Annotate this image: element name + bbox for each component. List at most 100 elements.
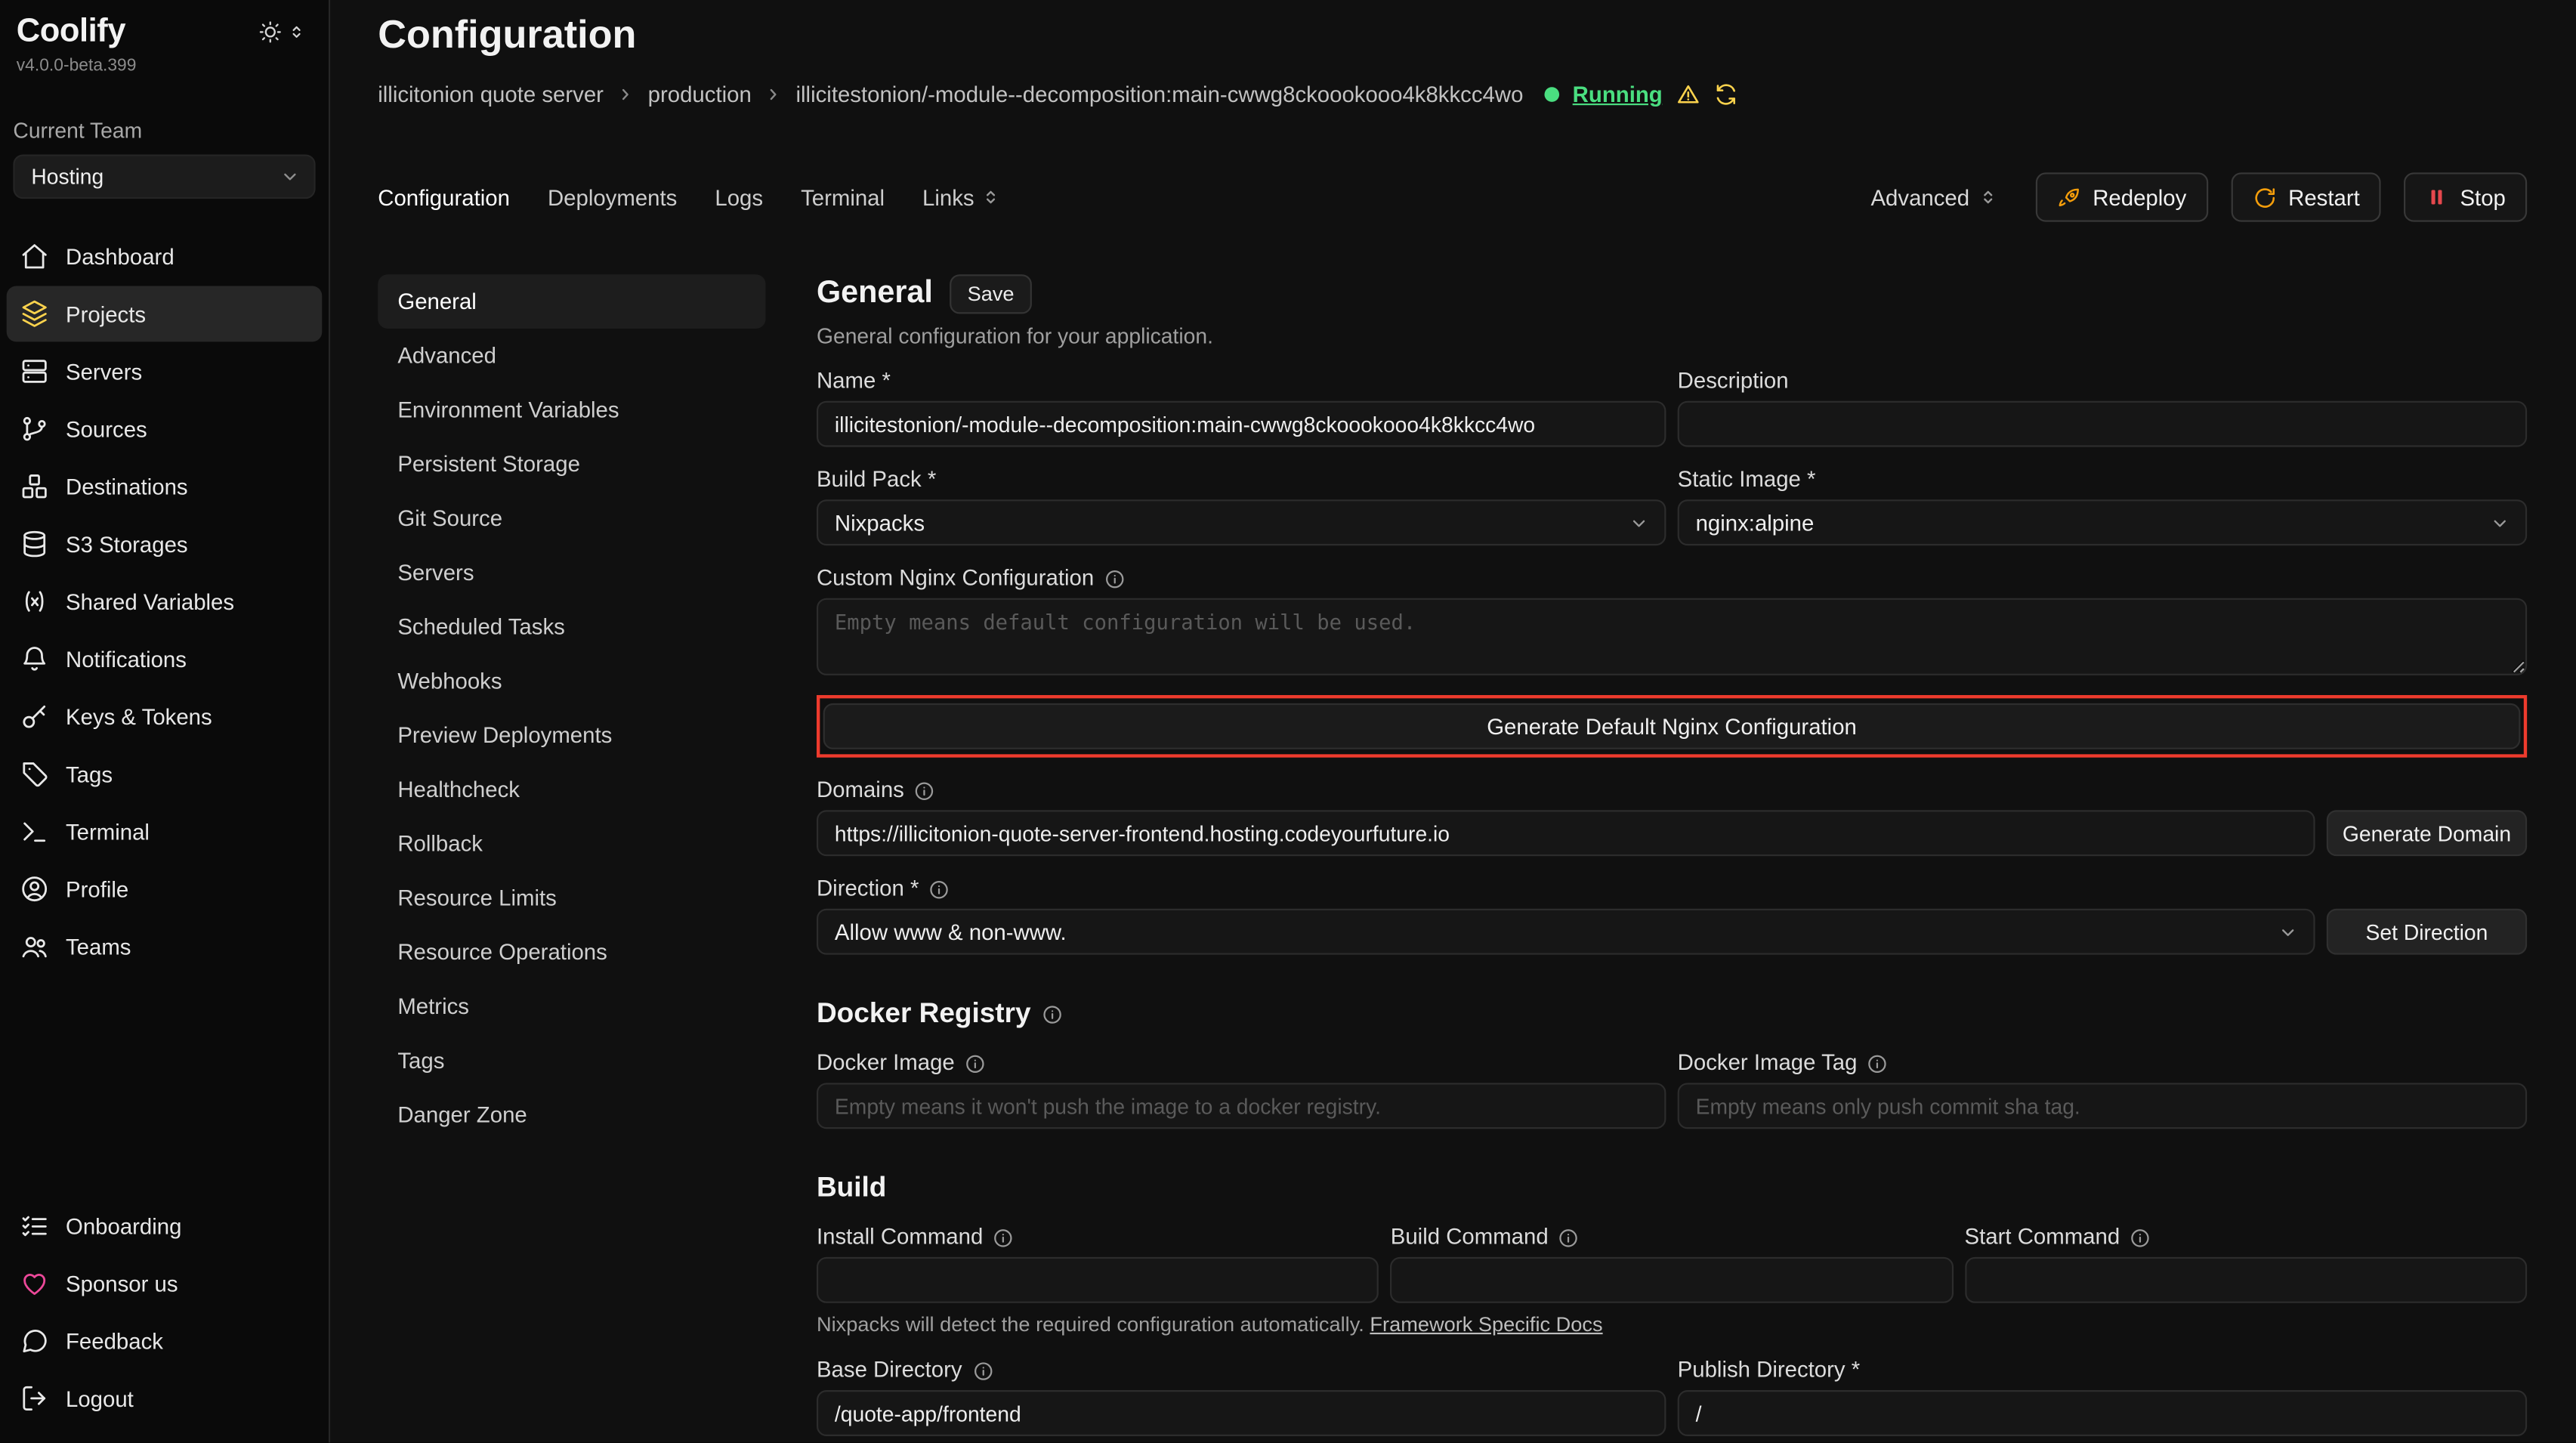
chevron-down-icon	[2278, 921, 2299, 942]
build-section-title: Build	[817, 1172, 2527, 1205]
breadcrumb-environment[interactable]: production	[648, 82, 752, 107]
submenu-item-scheduled-tasks[interactable]: Scheduled Tasks	[378, 600, 765, 654]
submenu-item-metrics[interactable]: Metrics	[378, 979, 765, 1034]
docker-image-input[interactable]	[817, 1083, 1666, 1129]
chevron-right-icon	[616, 85, 635, 104]
sidebar-item-shared-variables[interactable]: Shared Variables	[7, 573, 323, 629]
submenu-item-resource-limits[interactable]: Resource Limits	[378, 871, 765, 925]
tab-deployments[interactable]: Deployments	[548, 185, 677, 210]
save-button[interactable]: Save	[950, 274, 1033, 314]
info-icon[interactable]	[928, 879, 950, 900]
submenu-item-healthcheck[interactable]: Healthcheck	[378, 762, 765, 817]
info-icon[interactable]	[1104, 567, 1125, 589]
chevron-down-icon	[1628, 512, 1649, 533]
submenu-item-webhooks[interactable]: Webhooks	[378, 654, 765, 709]
description-label: Description	[1678, 368, 2527, 394]
sidebar-item-profile[interactable]: Profile	[7, 861, 323, 917]
sidebar-item-tags[interactable]: Tags	[7, 746, 323, 802]
publish-directory-label: Publish Directory *	[1678, 1358, 2527, 1384]
info-icon[interactable]	[1042, 1003, 1064, 1024]
sidebar-item-logout[interactable]: Logout	[7, 1370, 323, 1426]
info-icon[interactable]	[2130, 1227, 2151, 1248]
theme-switcher[interactable]	[258, 20, 305, 45]
description-input[interactable]	[1678, 401, 2527, 447]
advanced-select[interactable]: Advanced	[1870, 185, 1997, 210]
submenu-item-persistent-storage[interactable]: Persistent Storage	[378, 437, 765, 492]
submenu-item-preview-deployments[interactable]: Preview Deployments	[378, 708, 765, 762]
sidebar-item-servers[interactable]: Servers	[7, 344, 323, 400]
submenu-item-environment-variables[interactable]: Environment Variables	[378, 383, 765, 437]
submenu-item-advanced[interactable]: Advanced	[378, 329, 765, 383]
team-select[interactable]: Hosting	[13, 154, 315, 199]
info-icon[interactable]	[1558, 1227, 1580, 1248]
info-icon[interactable]	[993, 1227, 1014, 1248]
submenu-item-danger-zone[interactable]: Danger Zone	[378, 1088, 765, 1142]
sidebar-item-onboarding[interactable]: Onboarding	[7, 1198, 323, 1254]
sidebar-item-notifications[interactable]: Notifications	[7, 631, 323, 687]
install-command-input[interactable]	[817, 1257, 1379, 1303]
framework-docs-link[interactable]: Framework Specific Docs	[1370, 1313, 1602, 1336]
restart-button[interactable]: Restart	[2231, 172, 2381, 221]
refresh-status-icon[interactable]	[1713, 82, 1738, 107]
direction-select[interactable]: Allow www & non-www.	[817, 909, 2315, 955]
start-command-input[interactable]	[1965, 1257, 2528, 1303]
key-icon	[20, 702, 49, 731]
checklist-icon	[20, 1211, 49, 1241]
sidebar-item-sponsor[interactable]: Sponsor us	[7, 1256, 323, 1312]
docker-image-tag-input[interactable]	[1678, 1083, 2527, 1129]
nginx-config-textarea[interactable]	[817, 598, 2527, 675]
chevron-down-icon	[2489, 512, 2510, 533]
app-version: v4.0.0-beta.399	[0, 51, 329, 76]
build-command-input[interactable]	[1391, 1257, 1954, 1303]
rocket-icon	[2056, 185, 2081, 210]
submenu-item-general[interactable]: General	[378, 274, 765, 329]
sidebar-item-terminal[interactable]: Terminal	[7, 804, 323, 860]
tab-configuration[interactable]: Configuration	[378, 185, 510, 210]
info-icon[interactable]	[1867, 1052, 1888, 1074]
sidebar-item-teams[interactable]: Teams	[7, 919, 323, 975]
base-directory-input[interactable]	[817, 1390, 1666, 1436]
tabbar: Configuration Deployments Logs Terminal …	[378, 172, 2527, 221]
set-direction-button[interactable]: Set Direction	[2327, 909, 2527, 955]
static-image-select[interactable]: nginx:alpine	[1678, 499, 2527, 545]
info-icon[interactable]	[965, 1052, 986, 1074]
sidebar-item-sources[interactable]: Sources	[7, 401, 323, 457]
info-icon[interactable]	[972, 1360, 993, 1381]
static-image-label: Static Image *	[1678, 467, 2527, 493]
tab-terminal[interactable]: Terminal	[801, 185, 885, 210]
breadcrumb: illicitonion quote server production ill…	[378, 82, 2527, 107]
submenu-item-rollback[interactable]: Rollback	[378, 817, 765, 871]
tab-logs[interactable]: Logs	[715, 185, 763, 210]
generate-domain-button[interactable]: Generate Domain	[2327, 810, 2527, 856]
submenu-item-git-source[interactable]: Git Source	[378, 491, 765, 545]
terminal-icon	[20, 817, 49, 846]
generate-nginx-button[interactable]: Generate Default Nginx Configuration	[823, 703, 2521, 749]
stop-button[interactable]: Stop	[2405, 172, 2528, 221]
build-command-label: Build Command	[1391, 1224, 1954, 1250]
warning-icon[interactable]	[1676, 82, 1700, 107]
breadcrumb-application[interactable]: illicitestonion/-module--decomposition:m…	[796, 82, 1524, 107]
submenu-item-resource-operations[interactable]: Resource Operations	[378, 925, 765, 980]
publish-directory-input[interactable]	[1678, 1390, 2527, 1436]
variables-icon	[20, 586, 49, 616]
sidebar-item-destinations[interactable]: Destinations	[7, 459, 323, 514]
redeploy-button[interactable]: Redeploy	[2035, 172, 2207, 221]
info-icon[interactable]	[914, 780, 935, 801]
nginx-config-label: Custom Nginx Configuration	[817, 565, 2527, 592]
status-running-link[interactable]: Running	[1573, 82, 1663, 107]
restart-icon	[2252, 185, 2277, 210]
name-input[interactable]	[817, 401, 1666, 447]
sidebar-item-projects[interactable]: Projects	[7, 286, 323, 341]
sidebar-nav: Dashboard Projects Servers Sources Desti…	[0, 228, 329, 974]
tab-links[interactable]: Links	[922, 185, 1000, 210]
sidebar-item-keys-tokens[interactable]: Keys & Tokens	[7, 688, 323, 744]
breadcrumb-project[interactable]: illicitonion quote server	[378, 82, 604, 107]
build-pack-select[interactable]: Nixpacks	[817, 499, 1666, 545]
submenu-item-servers[interactable]: Servers	[378, 545, 765, 600]
name-label: Name *	[817, 368, 1666, 394]
sidebar-item-dashboard[interactable]: Dashboard	[7, 228, 323, 284]
submenu-item-tags[interactable]: Tags	[378, 1034, 765, 1088]
sidebar-item-s3-storages[interactable]: S3 Storages	[7, 516, 323, 572]
domains-input[interactable]	[817, 810, 2315, 856]
sidebar-item-feedback[interactable]: Feedback	[7, 1313, 323, 1369]
